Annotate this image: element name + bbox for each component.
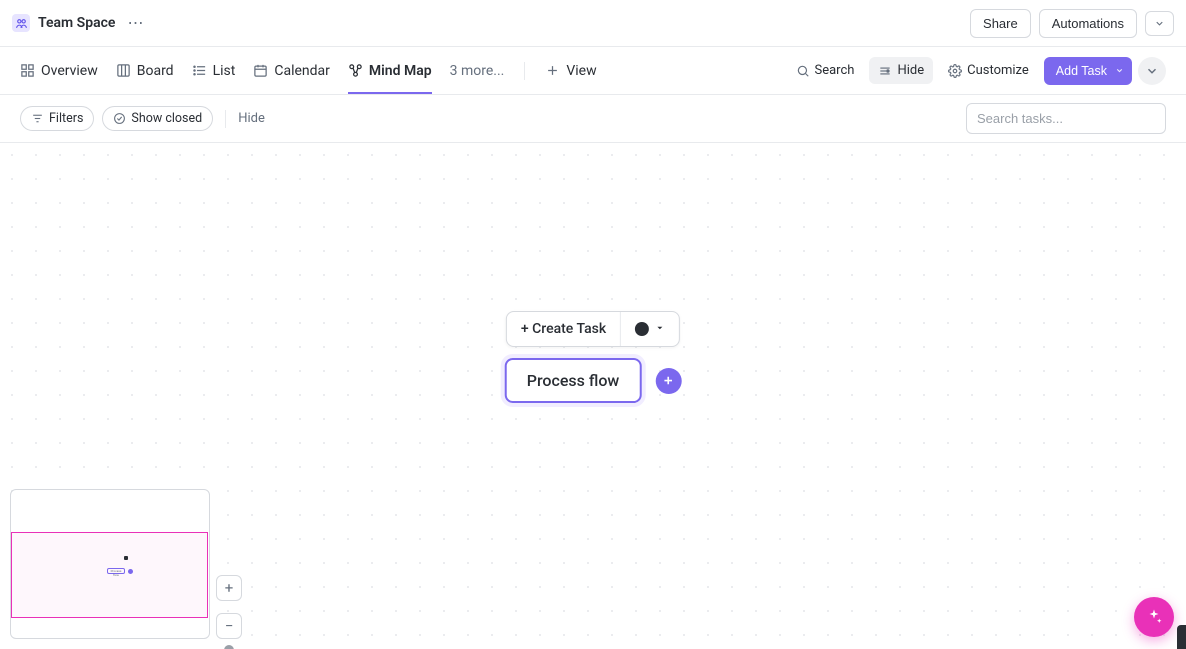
more-options-icon[interactable]: ⋯ bbox=[123, 11, 147, 35]
filterbar: Filters Show closed Hide bbox=[0, 95, 1186, 143]
hide-link[interactable]: Hide bbox=[238, 111, 265, 126]
tab-list-label: List bbox=[213, 63, 236, 79]
tab-more-label: 3 more... bbox=[450, 63, 505, 79]
zoom-control: + − bbox=[216, 575, 242, 639]
tab-calendar[interactable]: Calendar bbox=[253, 47, 330, 94]
filter-left: Filters Show closed Hide bbox=[20, 106, 265, 131]
hide-toggle-label: Hide bbox=[897, 63, 924, 78]
caret-down-icon bbox=[655, 321, 665, 337]
topbar-right: Share Automations bbox=[970, 9, 1174, 38]
search-button[interactable]: Search bbox=[787, 57, 864, 84]
root-node-group: Process flow bbox=[505, 358, 682, 403]
root-node[interactable]: Process flow bbox=[505, 358, 642, 403]
search-tasks-input[interactable] bbox=[966, 103, 1166, 134]
minimap-viewport[interactable] bbox=[11, 532, 208, 618]
customize-label: Customize bbox=[967, 63, 1029, 78]
team-space-icon bbox=[12, 14, 30, 32]
create-task-button[interactable]: + Create Task bbox=[507, 312, 620, 346]
add-task-label: Add Task bbox=[1056, 64, 1107, 78]
ai-assist-fab[interactable] bbox=[1134, 597, 1174, 637]
minimap[interactable]: Process flow bbox=[10, 489, 210, 639]
tab-list[interactable]: List bbox=[192, 47, 236, 94]
view-actions: Search Hide Customize Add Task bbox=[787, 57, 1167, 85]
scrollbar-thumb[interactable] bbox=[1177, 625, 1186, 649]
mindmap-canvas[interactable]: + Create Task Process flow Process flow … bbox=[0, 143, 1186, 649]
node-toolbar: + Create Task bbox=[506, 311, 680, 347]
tab-overview-label: Overview bbox=[41, 63, 98, 79]
tab-calendar-label: Calendar bbox=[274, 63, 330, 79]
add-view-label: View bbox=[566, 63, 596, 79]
minimap-node-add bbox=[128, 569, 133, 574]
show-closed-toggle[interactable]: Show closed bbox=[102, 106, 213, 131]
customize-button[interactable]: Customize bbox=[939, 57, 1038, 84]
minimap-toolbar-dot bbox=[124, 556, 128, 560]
add-view-button[interactable]: View bbox=[545, 47, 596, 94]
hide-toggle[interactable]: Hide bbox=[869, 57, 933, 84]
more-actions-button[interactable] bbox=[1138, 57, 1166, 85]
tab-mind-map-label: Mind Map bbox=[369, 63, 432, 79]
status-picker[interactable] bbox=[621, 312, 679, 346]
minimap-node: Process flow bbox=[107, 568, 125, 574]
status-dot-icon bbox=[635, 322, 649, 336]
chevron-down-icon bbox=[1115, 64, 1124, 78]
automations-dropdown-button[interactable] bbox=[1145, 11, 1174, 36]
show-closed-label: Show closed bbox=[131, 111, 202, 126]
zoom-slider-thumb[interactable] bbox=[224, 645, 234, 649]
add-child-node-button[interactable] bbox=[655, 368, 681, 394]
tab-mind-map[interactable]: Mind Map bbox=[348, 47, 432, 94]
space-title[interactable]: Team Space bbox=[38, 15, 115, 31]
view-tabs: Overview Board List Calendar Mind Map 3 … bbox=[20, 47, 597, 94]
tab-board[interactable]: Board bbox=[116, 47, 174, 94]
filters-label: Filters bbox=[49, 111, 83, 126]
tab-overview[interactable]: Overview bbox=[20, 47, 98, 94]
add-task-button[interactable]: Add Task bbox=[1044, 57, 1132, 85]
filters-button[interactable]: Filters bbox=[20, 106, 94, 131]
tab-board-label: Board bbox=[137, 63, 174, 79]
vertical-scrollbar[interactable] bbox=[1177, 143, 1186, 649]
topbar: Team Space ⋯ Share Automations bbox=[0, 0, 1186, 47]
filter-divider bbox=[225, 110, 226, 128]
automations-button[interactable]: Automations bbox=[1039, 9, 1137, 38]
viewbar: Overview Board List Calendar Mind Map 3 … bbox=[0, 47, 1186, 95]
topbar-left: Team Space ⋯ bbox=[12, 11, 147, 35]
zoom-in-button[interactable]: + bbox=[216, 575, 242, 601]
search-label: Search bbox=[815, 63, 855, 78]
tab-divider bbox=[524, 62, 525, 80]
zoom-out-button[interactable]: − bbox=[216, 613, 242, 639]
share-button[interactable]: Share bbox=[970, 9, 1031, 38]
tab-more[interactable]: 3 more... bbox=[450, 47, 505, 94]
